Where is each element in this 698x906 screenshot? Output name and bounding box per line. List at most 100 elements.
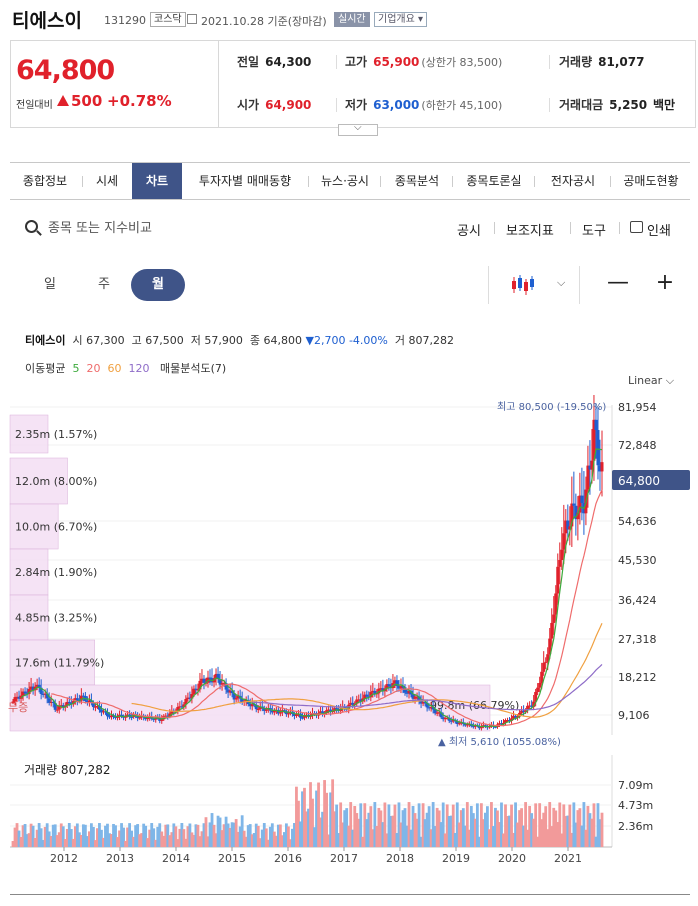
print-button[interactable]: 인쇄 <box>647 220 671 239</box>
divider <box>619 222 620 234</box>
ma5-label: 5 <box>72 362 80 375</box>
ma60-label: 60 <box>107 362 122 375</box>
main-tabs: 종합정보 시세 차트 투자자별 매매동향 뉴스·공시 종목분석 종목토론실 전자… <box>10 162 690 200</box>
compare-search-input[interactable] <box>48 218 348 238</box>
legend-vol-label: 거 <box>394 334 405 347</box>
volume-bars <box>11 779 604 847</box>
open-value: 64,900 <box>265 98 312 112</box>
period-month-button[interactable]: 월 <box>131 269 185 301</box>
volume-profile-label: 2.84m (1.90%) <box>15 566 97 579</box>
volume-profile: 2.35m (1.57%) 12.0m (8.00%) 10.0m (6.70%) 2… <box>8 414 519 732</box>
tab-quotes[interactable]: 시세 <box>84 163 130 199</box>
scale-dropdown[interactable]: Linear ⌵ <box>628 374 674 388</box>
chevron-down-icon: ⌵ <box>354 122 362 133</box>
candle-body <box>264 709 268 711</box>
legend-down-icon: ▼ <box>305 334 314 347</box>
ma120-label: 120 <box>128 362 150 375</box>
x-tick-label: 2019 <box>442 852 470 865</box>
company-info-dropdown[interactable]: 기업개요 ▾ <box>374 12 427 27</box>
prev-label: 전일 <box>237 55 260 69</box>
ma20-label: 20 <box>86 362 101 375</box>
candle-body <box>550 622 554 639</box>
candle-body <box>387 684 391 687</box>
x-tick-label: 2020 <box>498 852 526 865</box>
low-label: 저가 <box>345 98 368 112</box>
volume-profile-label: 17.6m (11.79%) <box>15 657 104 670</box>
chevron-down-icon: ⌵ <box>665 374 675 387</box>
tab-investor-trend[interactable]: 투자자별 매매동향 <box>182 163 308 199</box>
y-tick-label: 9,106 <box>618 709 650 722</box>
legend-close-label: 종 <box>249 334 260 347</box>
quote-amount: 거래대금 5,250 백만 <box>559 95 675 115</box>
upper-limit: (상한가 83,500) <box>421 56 503 69</box>
volume-tick-label: 4.73m <box>618 799 653 812</box>
legend-open: 67,300 <box>86 334 125 347</box>
candle-body <box>580 495 584 504</box>
lower-limit: (하한가 45,100) <box>421 99 503 112</box>
x-axis: 2012 2013 2014 2015 2016 2017 2018 2019 2020 2021 <box>50 847 582 865</box>
candle-body <box>335 708 339 710</box>
volume-axis: 7.09m 4.73m 2.36m <box>618 779 653 833</box>
market-badge: 코스닥 <box>150 12 186 27</box>
amount-value: 5,250 <box>609 98 648 112</box>
zoom-in-button[interactable]: + <box>650 270 680 295</box>
open-label: 시가 <box>237 98 260 112</box>
tab-short-selling[interactable]: 공매도현황 <box>612 163 690 199</box>
candle-body <box>558 559 562 567</box>
candle-body <box>11 701 15 703</box>
divider <box>380 176 381 187</box>
candle-body <box>256 709 260 711</box>
quote-prev: 전일 64,300 <box>237 52 311 72</box>
tab-analysis[interactable]: 종목분석 <box>382 163 452 199</box>
change-value: 500 <box>71 92 103 110</box>
tab-news[interactable]: 뉴스·공시 <box>310 163 380 199</box>
ohlc-legend: 티에스이 시 67,300 고 67,500 저 57,900 종 64,800… <box>25 332 454 348</box>
quote-open: 시가 64,900 <box>237 95 311 115</box>
up-arrow-icon <box>57 95 69 106</box>
current-price-label: 64,800 <box>618 474 660 488</box>
legend-high-label: 고 <box>131 334 142 347</box>
divider <box>549 55 550 69</box>
candle-body <box>562 533 566 550</box>
low-value: 63,000 <box>373 98 420 112</box>
volume-title: 거래량 807,282 <box>24 763 111 777</box>
zoom-out-button[interactable]: — <box>603 270 633 295</box>
indicators-button[interactable]: 보조지표 <box>506 220 554 239</box>
expand-button[interactable]: ⌵ <box>338 122 378 136</box>
price-panel: 64,800 전일대비 500 +0.78% 전일 64,300 고가 65,900… <box>10 40 696 128</box>
tools-button[interactable]: 도구 <box>582 220 606 239</box>
y-axis: 81,954 72,848 54,636 45,530 36,424 27,318 18,2… <box>612 401 690 722</box>
price-chart[interactable]: 2.35m (1.57%) 12.0m (8.00%) 10.0m (6.70%) 2… <box>0 395 698 750</box>
period-day-button[interactable]: 일 <box>23 269 77 301</box>
x-tick-label: 2015 <box>218 852 246 865</box>
ma-legend: 이동평균 5 20 60 120 매물분석도(7) <box>25 360 226 376</box>
high-annotation: 최고 80,500 (-19.50%) <box>497 401 606 413</box>
prev-value: 64,300 <box>265 55 312 69</box>
tab-overview[interactable]: 종합정보 <box>10 163 80 199</box>
volume-label: 거래량 <box>559 55 593 69</box>
candle-body <box>552 614 556 623</box>
current-price: 64,800 <box>16 55 115 86</box>
candle-body <box>536 687 540 692</box>
disclosure-button[interactable]: 공시 <box>457 220 481 239</box>
tab-chart[interactable]: 차트 <box>132 163 182 199</box>
tab-discussion[interactable]: 종목토론실 <box>454 163 534 199</box>
chart-type-dropdown[interactable]: ⌵ <box>488 266 580 304</box>
tab-disclosure[interactable]: 전자공시 <box>536 163 610 199</box>
realtime-button[interactable]: 실시간 <box>334 12 370 27</box>
x-tick-label: 2012 <box>50 852 78 865</box>
volume-chart[interactable]: 거래량 807,282 7.09m 4.73m 2.36m 2012 2013 2014… <box>0 755 698 870</box>
candle-body <box>542 662 546 672</box>
divider <box>549 98 550 112</box>
quote-low: 저가 63,000 (하한가 45,100) <box>345 95 502 115</box>
search-icon <box>25 220 38 233</box>
candle-body <box>560 549 564 560</box>
candle-body <box>594 419 598 431</box>
x-tick-label: 2016 <box>274 852 302 865</box>
candle-body <box>300 717 304 719</box>
period-week-button[interactable]: 주 <box>77 269 131 301</box>
amount-unit: 백만 <box>652 98 676 112</box>
volume-profile-label: 매물분석도(7) <box>159 362 227 375</box>
candle-body <box>23 691 27 694</box>
candle-body <box>55 709 59 711</box>
